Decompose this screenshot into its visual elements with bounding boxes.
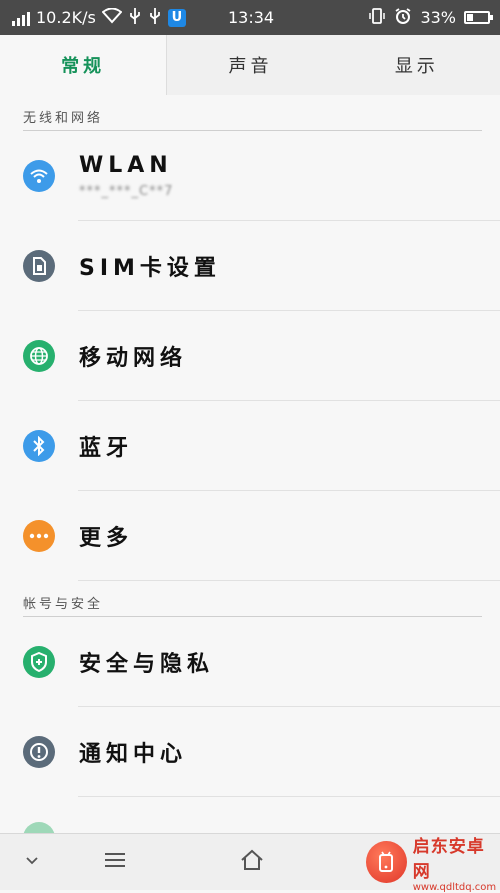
settings-item-more[interactable]: 更多 (0, 491, 500, 581)
settings-item-notifications[interactable]: 通知中心 (0, 707, 500, 797)
more-dots-icon (23, 520, 55, 552)
clock: 13:34 (228, 8, 275, 27)
settings-item-label: 蓝牙 (79, 436, 134, 461)
settings-item-sim[interactable]: SIM卡设置 (0, 221, 500, 311)
vibrate-icon (368, 7, 386, 29)
section-header-wireless: 无线和网络 (23, 95, 482, 131)
settings-list: 无线和网络 WLAN ***_***_C**7 SIM卡设置 移动网络 蓝牙 更… (0, 95, 500, 797)
watermark-url: www.qdltdq.com (412, 881, 497, 893)
usb-icon (128, 7, 142, 29)
tab-display[interactable]: 显示 (334, 35, 500, 95)
wifi-icon (23, 160, 55, 192)
settings-item-label: SIM卡设置 (79, 256, 221, 281)
settings-item-label: 通知中心 (79, 742, 188, 767)
watermark-title: 启东安卓网 (412, 836, 485, 882)
sim-card-icon (23, 250, 55, 282)
section-header-account: 帐号与安全 (23, 581, 482, 617)
watermark: 启东安卓网 www.qdltdq.com (360, 835, 500, 893)
settings-item-label: 更多 (79, 526, 134, 551)
chevron-down-icon[interactable] (22, 850, 42, 870)
tab-sound[interactable]: 声音 (167, 35, 333, 95)
alarm-icon (394, 7, 412, 29)
bluetooth-icon (23, 430, 55, 462)
home-icon[interactable] (236, 846, 268, 874)
watermark-logo-icon (366, 841, 407, 883)
wifi-status-icon (101, 7, 123, 28)
signal-strength-icon (12, 10, 30, 26)
network-speed: 10.2K/s (36, 8, 96, 27)
wifi-network-name: ***_***_C**7 (79, 184, 174, 199)
settings-item-mobile-network[interactable]: 移动网络 (0, 311, 500, 401)
exclamation-icon (23, 736, 55, 768)
settings-item-security[interactable]: 安全与隐私 (0, 617, 500, 707)
battery-percent: 33% (420, 8, 456, 27)
tab-general[interactable]: 常规 (0, 35, 168, 95)
status-bar: 10.2K/s U 13:34 33% (0, 0, 500, 35)
settings-item-label: WLAN (79, 153, 173, 178)
settings-item-label: 安全与隐私 (79, 652, 215, 677)
settings-tabs: 常规 声音 显示 (0, 35, 500, 95)
partial-list-item (23, 822, 55, 833)
battery-icon (464, 11, 493, 24)
globe-icon (23, 340, 55, 372)
app-notification-icon: U (167, 8, 186, 27)
settings-item-label: 移动网络 (79, 346, 188, 371)
settings-item-wlan[interactable]: WLAN ***_***_C**7 (0, 131, 500, 221)
usb-debug-icon (148, 7, 162, 29)
menu-icon[interactable] (100, 848, 130, 872)
settings-item-bluetooth[interactable]: 蓝牙 (0, 401, 500, 491)
shield-icon (23, 646, 55, 678)
